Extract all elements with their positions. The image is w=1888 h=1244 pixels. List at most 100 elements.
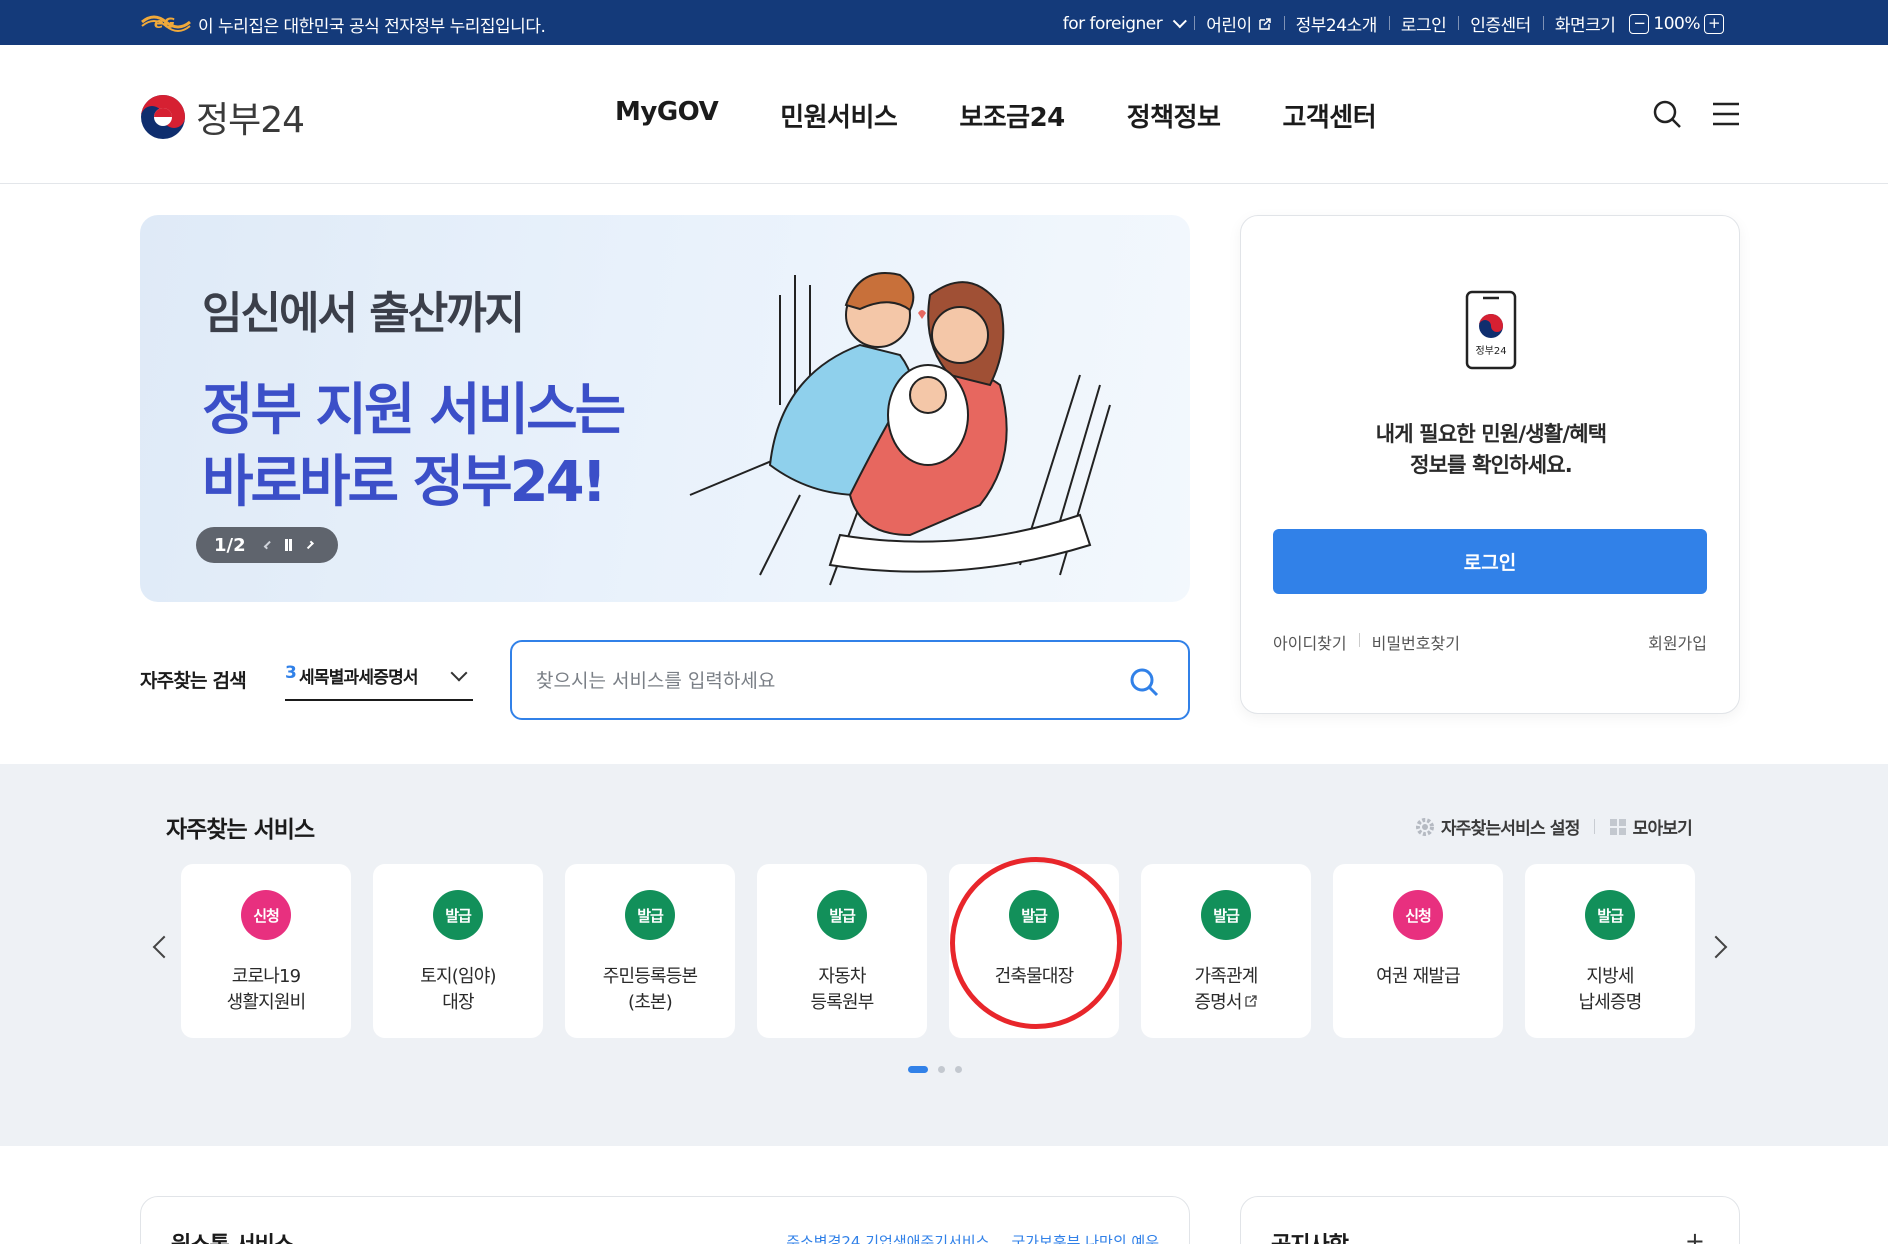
carousel-dot[interactable] bbox=[938, 1066, 945, 1073]
carousel-dot[interactable] bbox=[955, 1066, 962, 1073]
header-tools bbox=[1652, 99, 1740, 129]
chevron-left-icon[interactable] bbox=[263, 540, 272, 550]
nav-subsidy24[interactable]: 보조금24 bbox=[959, 97, 1065, 134]
login-message-line-2: 정보를 확인하세요. bbox=[1410, 453, 1573, 477]
main-nav: MyGOV 민원서비스 보조금24 정책정보 고객센터 bbox=[615, 97, 1438, 134]
issue-badge: 발급 bbox=[817, 890, 867, 940]
banner-headline-2: 바로바로 정부24! bbox=[202, 450, 607, 515]
settings-label: 자주찾는서비스 설정 bbox=[1440, 819, 1580, 839]
external-link-icon bbox=[1258, 17, 1271, 30]
service-name-line-2: (초본) bbox=[628, 992, 673, 1013]
service-card[interactable]: 발급 지방세납세증명 bbox=[1525, 864, 1695, 1038]
service-name-line-1: 주민등록등본 bbox=[602, 966, 698, 987]
foreigner-label: for foreigner bbox=[1062, 13, 1163, 34]
find-id-link[interactable]: 아이디찾기 bbox=[1273, 630, 1347, 654]
nav-mygov[interactable]: MyGOV bbox=[615, 97, 719, 134]
zoom-label: 화면크기 bbox=[1554, 16, 1616, 36]
service-name: 토지(임야) 대장 bbox=[373, 964, 543, 1016]
service-card[interactable]: 신청 여권 재발급 bbox=[1333, 864, 1503, 1038]
grid-icon bbox=[1609, 818, 1626, 835]
banner-headline-1: 정부 지원 서비스는 bbox=[202, 378, 626, 443]
hamburger-menu-icon[interactable] bbox=[1712, 102, 1740, 126]
service-name: 주민등록등본 (초본) bbox=[565, 964, 735, 1016]
service-card[interactable]: 발급 토지(임야) 대장 bbox=[373, 864, 543, 1038]
apply-badge: 신청 bbox=[1393, 890, 1443, 940]
service-name: 여권 재발급 bbox=[1333, 964, 1503, 990]
frequent-services-section: 자주찾는 서비스 자주찾는서비스 설정 모아보기 신청 코로나19 생활지원비 발… bbox=[0, 764, 1888, 1146]
nav-customer-center[interactable]: 고객센터 bbox=[1282, 97, 1376, 134]
carousel-dot-active[interactable] bbox=[908, 1066, 928, 1073]
gov24-app-phone-icon: 정부24 bbox=[1465, 290, 1517, 370]
foreigner-link[interactable]: for foreigner bbox=[1051, 14, 1194, 34]
issue-badge: 발급 bbox=[1009, 890, 1059, 940]
zoom-out-button[interactable]: − bbox=[1629, 13, 1650, 34]
service-card[interactable]: 발급 주민등록등본 (초본) bbox=[565, 864, 735, 1038]
chevron-right-icon[interactable] bbox=[306, 540, 315, 550]
one-stop-title: 원스톱 서비스 bbox=[171, 1227, 294, 1244]
svg-text:eG: eG bbox=[154, 16, 175, 32]
utility-links: for foreigner 어린이 정부24소개 로그인 인증센터 화면크기 −… bbox=[1051, 11, 1740, 36]
carousel-indicator bbox=[908, 1066, 962, 1073]
service-name: 자동차 등록원부 bbox=[757, 964, 927, 1016]
nav-civil-services[interactable]: 민원서비스 bbox=[780, 97, 898, 134]
chevron-down-icon bbox=[450, 664, 468, 682]
phone-label: 정부24 bbox=[1475, 345, 1506, 357]
login-links: 아이디찾기 비밀번호찾기 회원가입 bbox=[1273, 630, 1707, 654]
service-name: 지방세납세증명 bbox=[1525, 964, 1695, 1016]
login-button[interactable]: 로그인 bbox=[1273, 529, 1707, 594]
gov24-logo[interactable]: 정부24 bbox=[140, 91, 305, 143]
about-link[interactable]: 정부24소개 bbox=[1283, 11, 1389, 36]
view-all-button[interactable]: 모아보기 bbox=[1609, 814, 1693, 839]
kids-link[interactable]: 어린이 bbox=[1194, 11, 1283, 36]
banner-subtitle: 임신에서 출산까지 bbox=[202, 288, 525, 339]
one-stop-services-card: 원스톱 서비스 주소변경24 기업생애주기서비스 국가보훈부 나만의 예우 bbox=[140, 1196, 1190, 1244]
carousel-next-icon[interactable] bbox=[1704, 935, 1728, 959]
service-name-line-2: 납세증명 bbox=[1578, 992, 1642, 1013]
one-stop-link[interactable]: 국가보훈부 나만의 예우 bbox=[1011, 1231, 1159, 1244]
service-name-line-1: 지방세 bbox=[1586, 966, 1634, 987]
signup-link[interactable]: 회원가입 bbox=[1648, 630, 1707, 654]
zoom-in-button[interactable]: + bbox=[1704, 13, 1724, 34]
service-card[interactable]: 발급 가족관계 증명서 bbox=[1141, 864, 1311, 1038]
chevron-down-icon bbox=[1172, 13, 1188, 28]
service-name-line-1: 토지(임야) bbox=[420, 966, 496, 987]
egov-mark-icon: eG bbox=[141, 15, 191, 32]
service-name-line-1: 건축물대장 bbox=[994, 966, 1075, 987]
find-password-link[interactable]: 비밀번호찾기 bbox=[1372, 630, 1460, 654]
service-card[interactable]: 발급 자동차 등록원부 bbox=[757, 864, 927, 1038]
service-name: 코로나19 생활지원비 bbox=[181, 964, 351, 1016]
frequent-services-settings-button[interactable]: 자주찾는서비스 설정 bbox=[1415, 814, 1580, 839]
frequent-services-tools: 자주찾는서비스 설정 모아보기 bbox=[1415, 814, 1693, 839]
notice-more-button[interactable]: + bbox=[1685, 1227, 1705, 1244]
logo-text: 정부24 bbox=[196, 100, 305, 141]
service-name-line-1: 코로나19 bbox=[231, 966, 301, 987]
service-name-line-2: 증명서 bbox=[1141, 990, 1311, 1016]
pause-icon[interactable] bbox=[285, 539, 293, 551]
service-card-building-register[interactable]: 발급 건축물대장 bbox=[949, 864, 1119, 1038]
service-search-input[interactable] bbox=[536, 664, 1096, 698]
one-stop-link[interactable]: 주소변경24 기업생애주기서비스 bbox=[786, 1231, 989, 1244]
service-card[interactable]: 신청 코로나19 생활지원비 bbox=[181, 864, 351, 1038]
service-name-line-2: 대장 bbox=[442, 992, 474, 1013]
login-card: 정부24 내게 필요한 민원/생활/혜택 정보를 확인하세요. 로그인 아이디찾… bbox=[1240, 215, 1740, 714]
service-name-line-1: 여권 재발급 bbox=[1376, 966, 1461, 987]
search-select-value: 세목별과세증명서 bbox=[299, 668, 419, 688]
search-icon[interactable] bbox=[1128, 666, 1160, 698]
banner-pager: 1/2 bbox=[196, 527, 338, 563]
cert-center-link[interactable]: 인증센터 bbox=[1458, 11, 1543, 36]
frequent-services-title: 자주찾는 서비스 bbox=[166, 817, 315, 843]
site-header: 정부24 MyGOV 민원서비스 보조금24 정책정보 고객센터 bbox=[0, 45, 1888, 184]
frequent-search-label: 자주찾는 검색 bbox=[140, 670, 247, 692]
issue-badge: 발급 bbox=[625, 890, 675, 940]
nav-policy-info[interactable]: 정책정보 bbox=[1127, 97, 1221, 134]
frequent-search-select[interactable]: 3 세목별과세증명서 bbox=[285, 663, 473, 701]
main-banner[interactable]: 임신에서 출산까지 정부 지원 서비스는 바로바로 정부24! 1/2 bbox=[140, 215, 1190, 602]
carousel-prev-icon[interactable] bbox=[152, 935, 176, 959]
service-name-line-1: 가족관계 bbox=[1194, 966, 1258, 987]
apply-badge: 신청 bbox=[241, 890, 291, 940]
service-name: 가족관계증명서 bbox=[1141, 964, 1311, 1016]
issue-badge: 발급 bbox=[1585, 890, 1635, 940]
notice-card: 공지사항 + bbox=[1240, 1196, 1740, 1244]
search-icon[interactable] bbox=[1652, 99, 1682, 129]
top-login-link[interactable]: 로그인 bbox=[1388, 11, 1458, 36]
